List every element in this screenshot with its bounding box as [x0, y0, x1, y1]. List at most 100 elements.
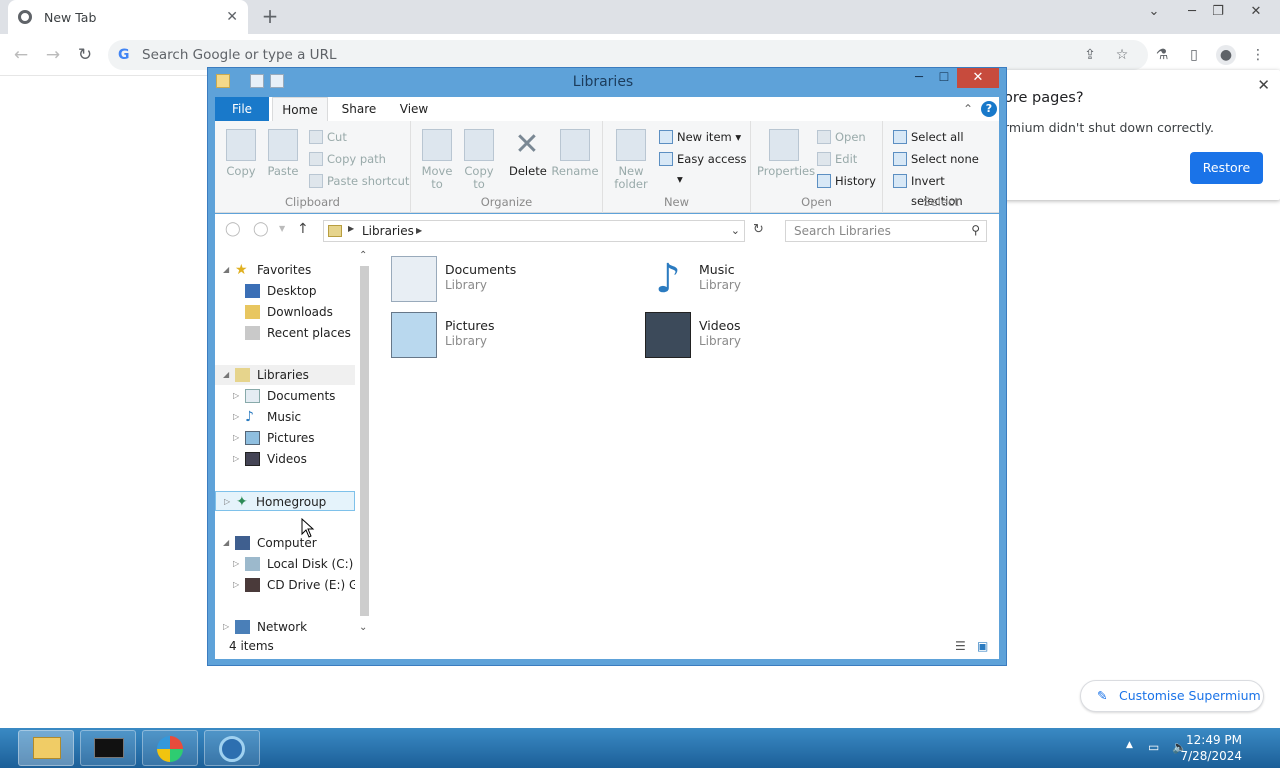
- history-button[interactable]: History: [817, 171, 876, 191]
- explorer-taskbar-button[interactable]: [18, 730, 74, 766]
- nav-documents[interactable]: ▷ Documents: [215, 386, 355, 406]
- refresh-icon[interactable]: ↻: [753, 222, 764, 237]
- nav-pictures[interactable]: ▷ Pictures: [215, 428, 355, 448]
- paste-shortcut-icon: [309, 174, 323, 188]
- tab-home[interactable]: Home: [272, 97, 328, 121]
- new-folder-button[interactable]: New folder: [611, 129, 651, 191]
- nav-recent-places[interactable]: Recent places: [215, 323, 355, 343]
- menu-dots-icon[interactable]: ⋮: [1248, 45, 1268, 65]
- paste-shortcut-button[interactable]: Paste shortcut: [309, 171, 409, 191]
- edit-button[interactable]: Edit: [817, 149, 857, 169]
- cmd-taskbar-button[interactable]: [80, 730, 136, 766]
- nav-label: Homegroup: [256, 495, 327, 509]
- taskbar: ▲ ▭ 🔈 12:49 PM 7/28/2024: [0, 728, 1280, 768]
- scrollbar-thumb[interactable]: [360, 266, 369, 616]
- show-hidden-icons-icon[interactable]: ▲: [1126, 740, 1133, 750]
- forward-icon[interactable]: ◯: [253, 221, 269, 237]
- address-box[interactable]: ▶ Libraries ▶ ⌄: [323, 220, 745, 242]
- new-tab-button[interactable]: +: [258, 6, 282, 28]
- omnibox[interactable]: G Search Google or type a URL: [108, 40, 1148, 70]
- recent-places-icon: [245, 326, 260, 340]
- select-all-button[interactable]: Select all: [893, 127, 964, 147]
- copy-button[interactable]: Copy: [223, 129, 259, 178]
- tab-view[interactable]: View: [391, 97, 437, 121]
- close-icon[interactable]: ✕: [957, 68, 999, 88]
- customise-button[interactable]: ✎ Customise Supermium: [1080, 680, 1264, 712]
- delete-button[interactable]: ✕ Delete: [509, 129, 547, 178]
- close-icon[interactable]: ✕: [1257, 76, 1270, 94]
- nav-homegroup[interactable]: ▷ ✦ Homegroup: [215, 491, 355, 511]
- item-name: Videos: [699, 318, 741, 333]
- nav-desktop[interactable]: Desktop: [215, 281, 355, 301]
- nav-videos[interactable]: ▷ Videos: [215, 449, 355, 469]
- share-icon[interactable]: ⇪: [1080, 45, 1100, 65]
- copy-path-button[interactable]: Copy path: [309, 149, 386, 169]
- paste-button[interactable]: Paste: [265, 129, 301, 178]
- system-clock[interactable]: 12:49 PM 7/28/2024: [1180, 732, 1242, 764]
- recent-locations-icon[interactable]: ▼: [279, 224, 285, 233]
- tab-file[interactable]: File: [215, 97, 269, 121]
- tab-share[interactable]: Share: [333, 97, 385, 121]
- collapse-ribbon-icon[interactable]: ⌃: [961, 97, 975, 121]
- side-panel-icon[interactable]: ▯: [1184, 45, 1204, 65]
- nav-label: Downloads: [267, 305, 333, 319]
- omnibox-placeholder: Search Google or type a URL: [142, 47, 337, 63]
- close-tab-icon[interactable]: ✕: [226, 9, 238, 25]
- restore-button[interactable]: Restore: [1190, 152, 1263, 184]
- library-item-documents[interactable]: Documents Library: [391, 256, 621, 302]
- new-item-button[interactable]: New item ▾: [659, 127, 741, 147]
- copy-to-icon: [464, 129, 494, 161]
- nav-label: Music: [267, 410, 302, 424]
- nav-computer[interactable]: ◢ Computer: [215, 533, 355, 553]
- cut-button[interactable]: Cut: [309, 127, 347, 147]
- library-item-music[interactable]: ♪ Music Library: [645, 256, 875, 302]
- back-icon[interactable]: ◯: [225, 221, 241, 237]
- minimize-icon[interactable]: ─: [908, 70, 930, 88]
- select-none-button[interactable]: Select none: [893, 149, 979, 169]
- labs-flask-icon[interactable]: ⚗: [1152, 45, 1172, 65]
- libraries-icon: [235, 368, 250, 382]
- nav-scrollbar[interactable]: ⌃ ⌄: [355, 250, 373, 635]
- help-icon[interactable]: ?: [981, 101, 997, 117]
- copy-to-button[interactable]: Copy to: [461, 129, 497, 191]
- nav-network[interactable]: ▷ Network: [215, 617, 355, 637]
- large-icons-view-icon[interactable]: ▣: [977, 639, 988, 653]
- customise-label: Customise Supermium: [1119, 688, 1261, 703]
- chevron-down-icon[interactable]: ⌄: [731, 224, 740, 237]
- open-button[interactable]: Open: [817, 127, 866, 147]
- nav-label: Documents: [267, 389, 336, 403]
- nav-cd-drive[interactable]: ▷CD Drive (E:) GSP: [215, 575, 355, 595]
- setup-taskbar-button[interactable]: [142, 730, 198, 766]
- scroll-down-icon[interactable]: ⌄: [359, 622, 367, 633]
- nav-music[interactable]: ▷ ♪ Music: [215, 407, 355, 427]
- back-icon[interactable]: ←: [10, 44, 32, 66]
- nav-local-disk[interactable]: ▷ Local Disk (C:): [215, 554, 355, 574]
- reload-icon[interactable]: ↻: [74, 44, 96, 66]
- restore-icon[interactable]: ❐: [1202, 0, 1234, 24]
- history-label: History: [835, 174, 876, 188]
- nav-downloads[interactable]: Downloads: [215, 302, 355, 322]
- search-input[interactable]: Search Libraries ⚲: [785, 220, 987, 242]
- browser-taskbar-button[interactable]: [204, 730, 260, 766]
- close-window-icon[interactable]: ✕: [1232, 0, 1280, 24]
- profile-icon[interactable]: ●: [1216, 45, 1236, 65]
- invert-selection-button[interactable]: Invert selection: [893, 171, 999, 208]
- library-item-pictures[interactable]: Pictures Library: [391, 312, 621, 358]
- rename-button[interactable]: Rename: [551, 129, 599, 178]
- move-to-button[interactable]: Move to: [419, 129, 455, 191]
- nav-favorites[interactable]: ◢ ★ Favorites: [215, 260, 355, 280]
- nav-libraries[interactable]: ◢ Libraries: [215, 365, 355, 385]
- bookmark-star-icon[interactable]: ☆: [1112, 45, 1132, 65]
- properties-button[interactable]: Properties: [757, 129, 815, 178]
- pictures-icon: [245, 431, 260, 445]
- details-view-icon[interactable]: ☰: [955, 639, 966, 653]
- scroll-up-icon[interactable]: ⌃: [359, 250, 367, 261]
- library-item-videos[interactable]: Videos Library: [645, 312, 875, 358]
- browser-tab[interactable]: New Tab ✕: [8, 0, 248, 34]
- forward-icon[interactable]: →: [42, 44, 64, 66]
- easy-access-button[interactable]: Easy access ▾: [659, 149, 750, 186]
- tab-search-icon[interactable]: ⌄: [1138, 0, 1170, 24]
- network-tray-icon[interactable]: ▭: [1148, 740, 1159, 754]
- maximize-icon[interactable]: ☐: [933, 70, 955, 88]
- up-arrow-icon[interactable]: ↑: [297, 221, 309, 237]
